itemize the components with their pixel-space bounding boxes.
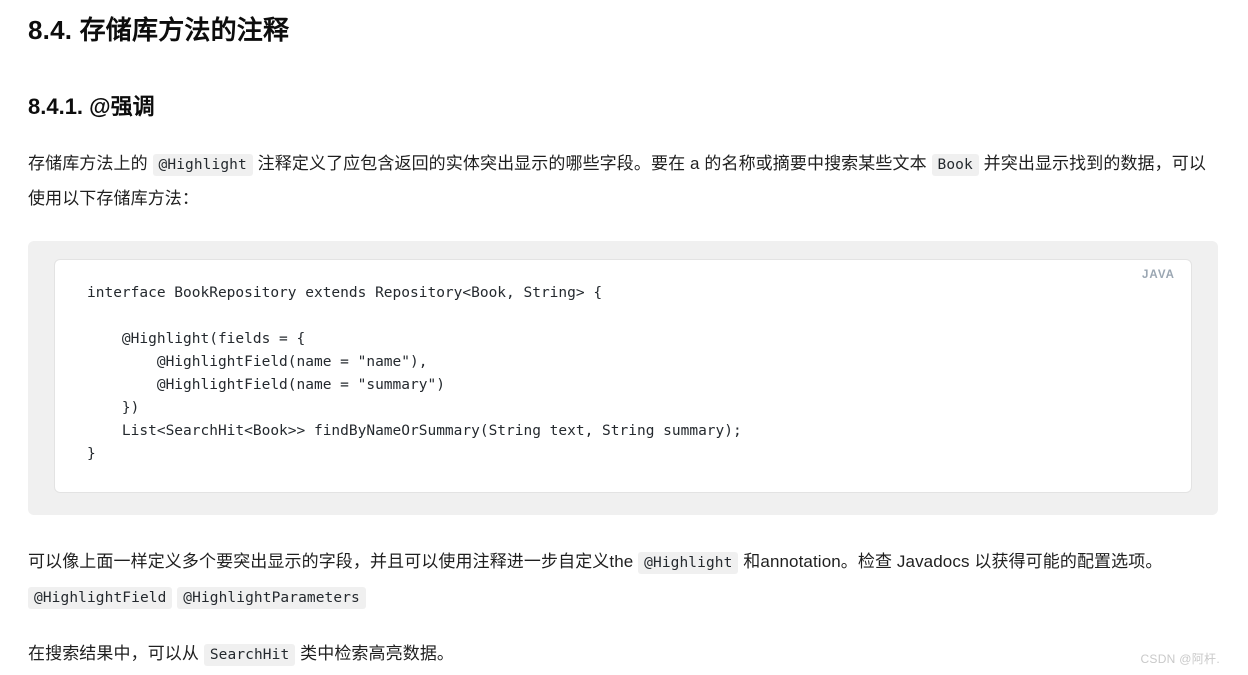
paragraph-search-result: 在搜索结果中，可以从 SearchHit 类中检索高亮数据。 <box>28 615 1220 672</box>
inline-code-highlightfield: @HighlightField <box>28 587 173 609</box>
page-title: 8.4. 存储库方法的注释 <box>28 15 290 45</box>
code-source: interface BookRepository extends Reposit… <box>87 285 742 462</box>
code-block[interactable]: JAVA interface BookRepository extends Re… <box>54 259 1192 493</box>
subsection-title: 8.4.1. @强调 <box>28 94 155 119</box>
paragraph-search-result-text-2: 类中检索高亮数据。 <box>295 644 455 663</box>
inline-code-highlightparameters: @HighlightParameters <box>177 587 366 609</box>
inline-code-searchhit: SearchHit <box>203 644 296 666</box>
document-page: 8.4. 存储库方法的注释 8.4.1. @强调 存储库方法上的 @Highli… <box>0 0 1248 675</box>
paragraph-intro-text-2: 注释定义了应包含返回的实体突出显示的哪些字段。要在 a 的名称或摘要中搜索某些文… <box>252 154 932 173</box>
csdn-watermark: CSDN @阿杆. <box>1140 652 1220 666</box>
paragraph-customization: 可以像上面一样定义多个要突出显示的字段，并且可以使用注释进一步自定义the @H… <box>28 515 1220 615</box>
inline-code-book: Book <box>931 154 979 176</box>
inline-code-highlight-annotation-2: @Highlight <box>638 552 739 574</box>
paragraph-intro: 存储库方法上的 @Highlight 注释定义了应包含返回的实体突出显示的哪些字… <box>28 122 1220 215</box>
paragraph-customization-text-2: 和annotation。检查 Javadocs 以获得可能的配置选项。 <box>738 552 1163 571</box>
inline-code-highlight-annotation: @Highlight <box>152 154 253 176</box>
paragraph-search-result-text-1: 在搜索结果中，可以从 <box>28 644 204 663</box>
code-block-container: JAVA interface BookRepository extends Re… <box>28 241 1218 515</box>
paragraph-intro-text-1: 存储库方法上的 <box>28 154 153 173</box>
code-language-label: JAVA <box>1142 269 1175 281</box>
paragraph-customization-text-1: 可以像上面一样定义多个要突出显示的字段，并且可以使用注释进一步自定义the <box>28 552 639 571</box>
